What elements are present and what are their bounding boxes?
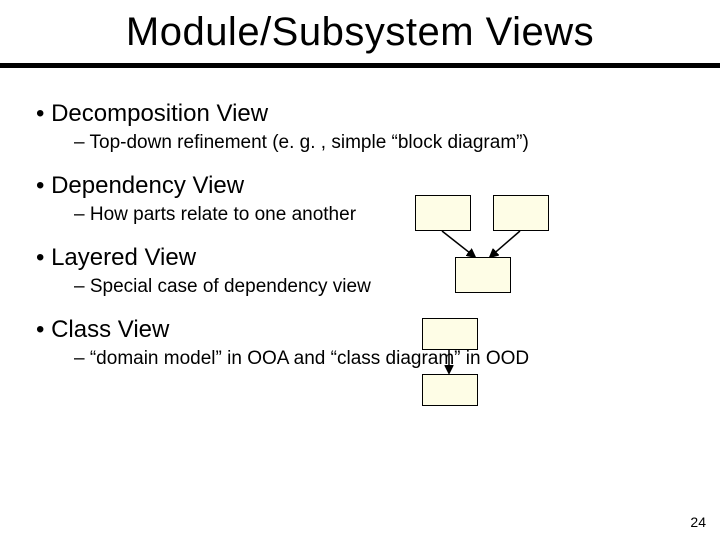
dependency-diagram — [395, 195, 575, 315]
bullet-class-sub: “domain model” in OOA and “class diagram… — [74, 348, 684, 370]
layered-diagram — [412, 318, 492, 428]
dependency-arrows-icon — [395, 195, 575, 315]
layer-arrow-icon — [412, 318, 492, 428]
bullet-layered-sub: Special case of dependency view — [74, 276, 684, 298]
slide-content: Decomposition View Top-down refinement (… — [0, 68, 720, 370]
slide: Module/Subsystem Views Decomposition Vie… — [0, 0, 720, 540]
bullet-class: Class View — [36, 316, 684, 344]
bullet-decomposition-sub: Top-down refinement (e. g. , simple “blo… — [74, 132, 684, 154]
bullet-dependency: Dependency View — [36, 172, 684, 200]
slide-title: Module/Subsystem Views — [0, 0, 720, 63]
page-number: 24 — [690, 514, 706, 530]
bullet-decomposition: Decomposition View — [36, 100, 684, 128]
bullet-layered: Layered View — [36, 244, 684, 272]
bullet-dependency-sub: How parts relate to one another — [74, 204, 684, 226]
